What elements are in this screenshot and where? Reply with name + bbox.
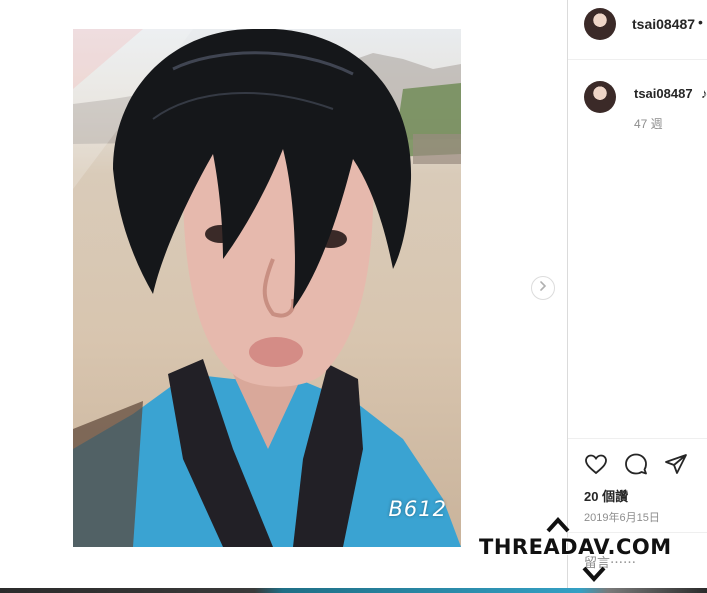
comment-divider (568, 532, 707, 533)
chevron-right-icon (537, 279, 549, 297)
author-username[interactable]: tsai08487 (632, 16, 695, 32)
comment-avatar[interactable] (584, 81, 616, 113)
header-divider (568, 59, 707, 60)
post-sidebar: tsai08487 • tsai08487 ♪ 47 週 20 個讚 2019年… (568, 0, 707, 588)
author-avatar[interactable] (584, 8, 616, 40)
comment-icon[interactable] (624, 452, 648, 476)
post-photo[interactable]: B612 (73, 29, 461, 547)
actions-divider (568, 438, 707, 439)
comment-text: ♪ (701, 86, 707, 101)
watermark-up-arrow-icon (546, 517, 570, 533)
comment-time[interactable]: 47 週 (634, 115, 663, 132)
b612-watermark-text: B612 (388, 497, 447, 521)
share-icon[interactable] (664, 452, 688, 476)
next-image-button[interactable] (531, 276, 555, 300)
heart-icon[interactable] (584, 452, 608, 476)
watermark-down-arrow-icon (582, 566, 606, 582)
site-watermark: THREADAV.COM (479, 535, 672, 559)
post-media-area: B612 (0, 0, 567, 588)
comment-username[interactable]: tsai08487 (634, 86, 693, 101)
like-count[interactable]: 20 個讚 (584, 486, 628, 505)
photo-illustration (73, 29, 461, 547)
header-separator-dot: • (698, 14, 703, 30)
bottom-edge-strip (0, 588, 707, 593)
post-date[interactable]: 2019年6月15日 (584, 509, 660, 525)
